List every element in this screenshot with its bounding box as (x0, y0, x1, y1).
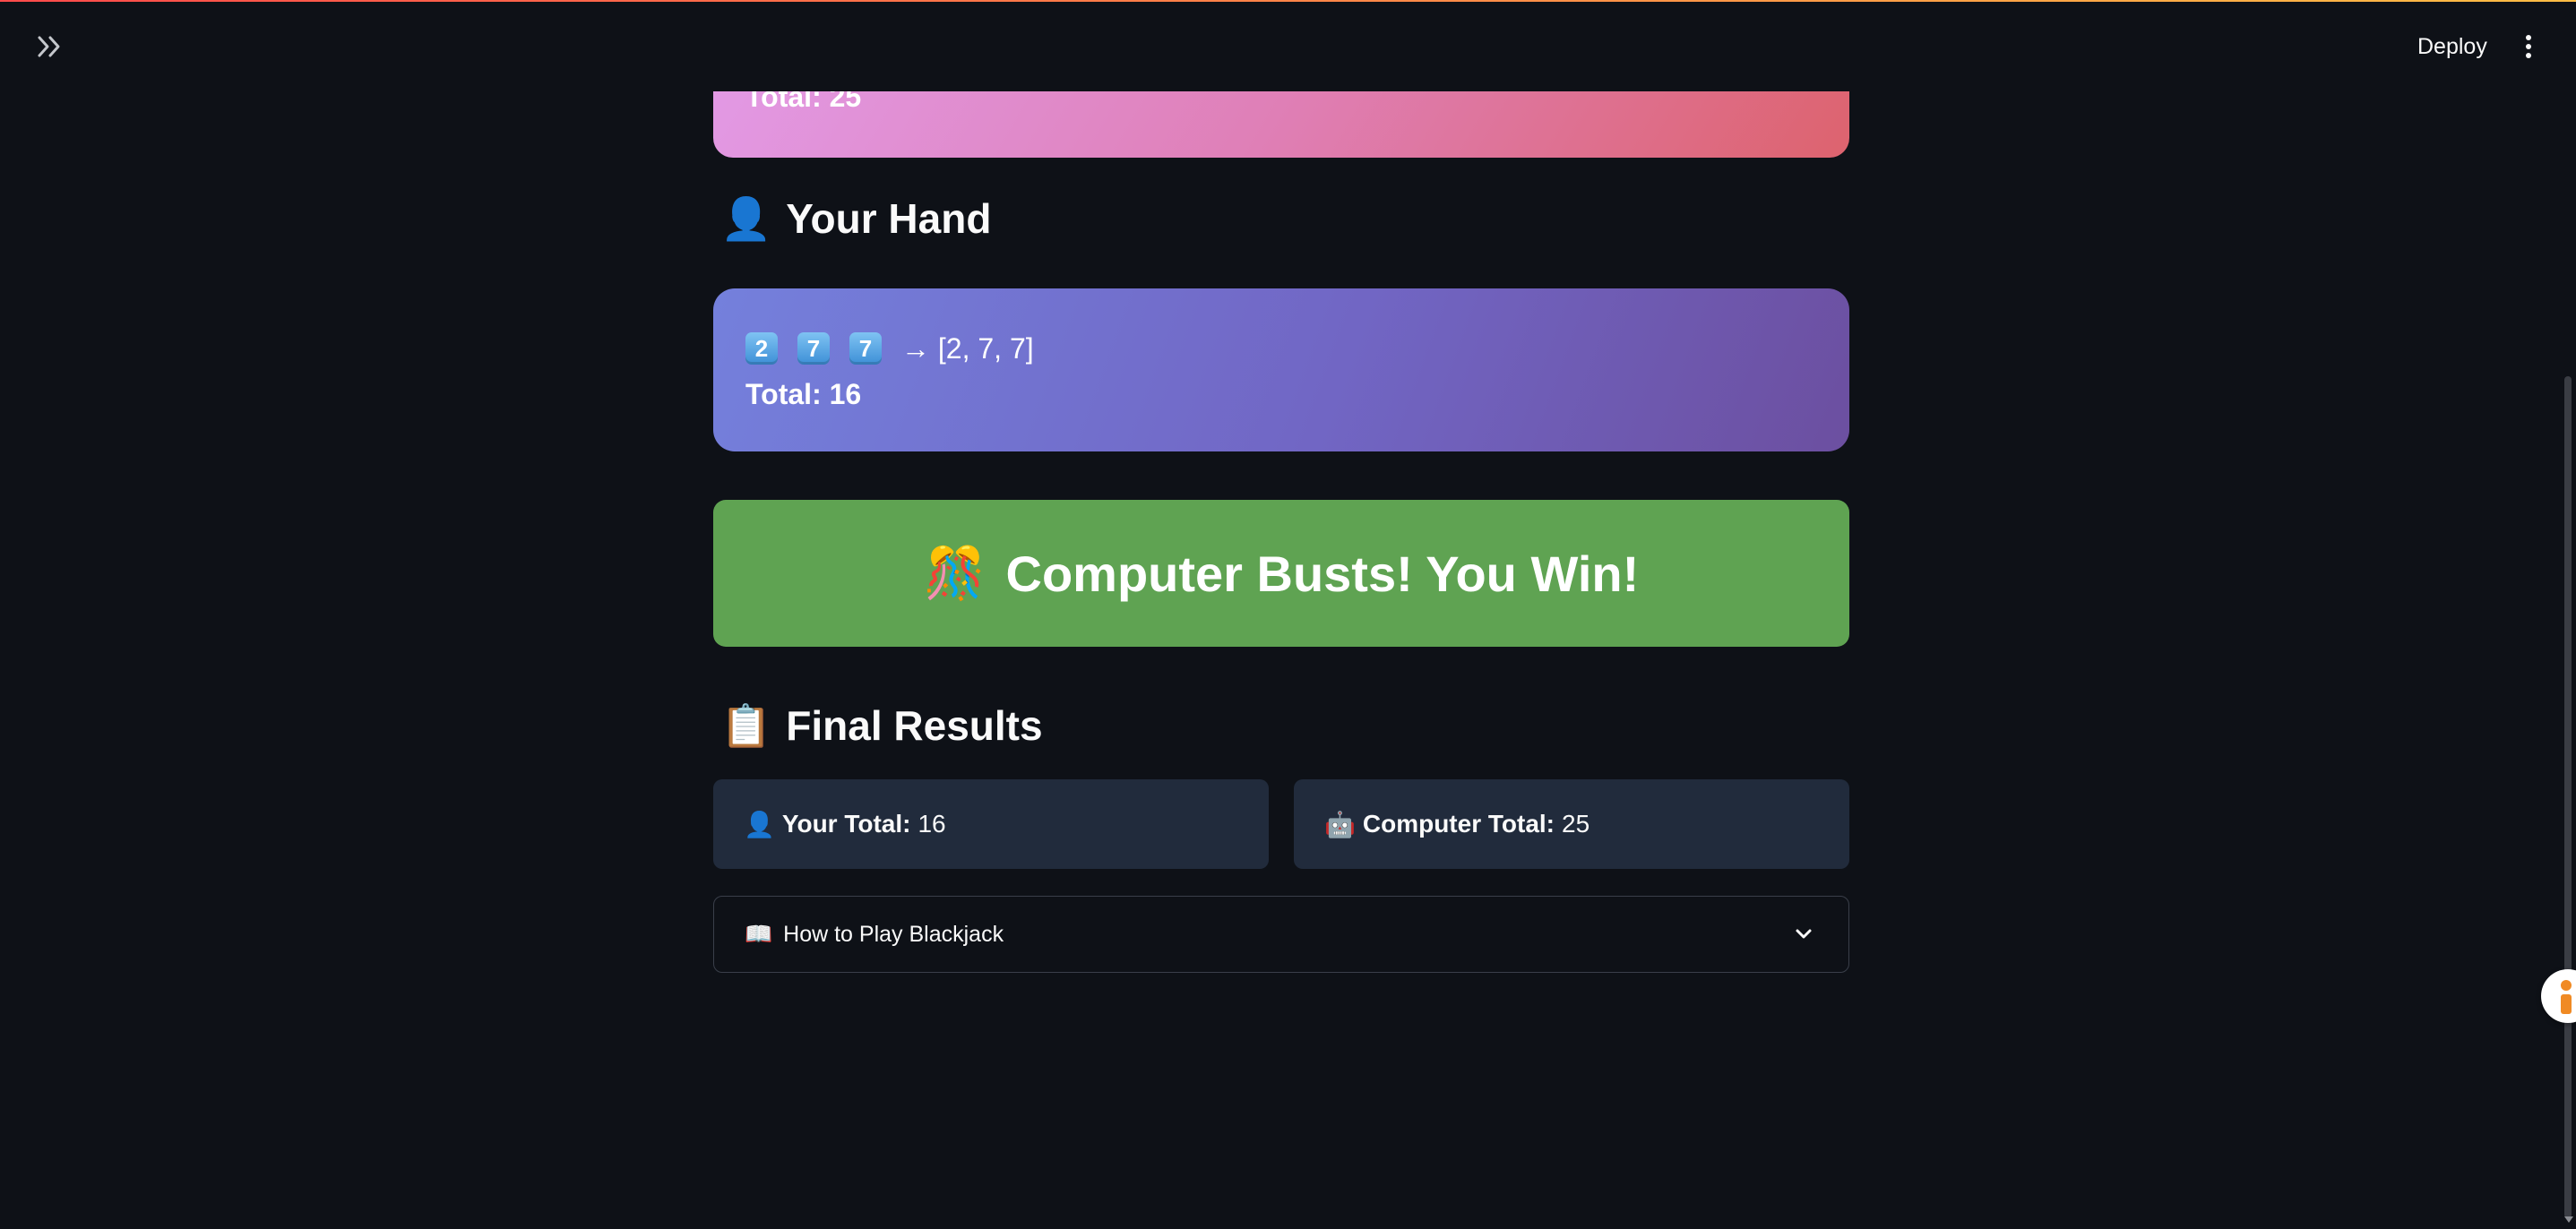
app-header: Deploy (0, 2, 2576, 91)
vertical-dots-icon (2526, 35, 2531, 58)
confetti-icon: 🎊 (923, 545, 986, 601)
computer-total-value: 25 (1562, 810, 1590, 838)
card-keycap: 7 (797, 332, 830, 365)
your-total-value: 16 (918, 810, 946, 838)
scroll-down-arrow-icon[interactable] (2564, 1215, 2573, 1224)
expander-label: How to Play Blackjack (783, 921, 1004, 947)
page-scrollbar[interactable] (2564, 376, 2572, 1218)
computer-total-label: Computer Total: (1362, 810, 1555, 838)
person-icon: 👤 (720, 195, 772, 242)
your-hand-title: Your Hand (786, 195, 992, 242)
your-total-box: 👤 Your Total: 16 (713, 779, 1269, 869)
your-hand-heading: 👤 Your Hand (720, 190, 991, 247)
result-banner: 🎊 Computer Busts! You Win! (713, 500, 1849, 647)
expander-header: 📖 How to Play Blackjack (745, 897, 1004, 972)
final-results-title: Final Results (786, 702, 1043, 749)
main-content: Total: 25 👤 Your Hand 2 7 7 → [2, 7, 7] … (713, 0, 1849, 1229)
how-to-play-expander[interactable]: 📖 How to Play Blackjack (713, 896, 1849, 973)
clipboard-icon: 📋 (720, 702, 772, 749)
robot-icon: 🤖 (1324, 810, 1356, 838)
deploy-button[interactable]: Deploy (2405, 27, 2500, 66)
sidebar-toggle-button[interactable] (32, 29, 68, 64)
person-icon: 👤 (744, 810, 775, 838)
card-keycap: 7 (849, 332, 882, 365)
your-total-label: Your Total: (781, 810, 911, 838)
card-values-text: → [2, 7, 7] (901, 331, 1034, 365)
chevron-down-icon (1796, 929, 1812, 939)
double-chevron-right-icon (38, 36, 60, 57)
player-hand-card: 2 7 7 → [2, 7, 7] Total: 16 (713, 288, 1849, 451)
accessibility-icon (2561, 980, 2572, 991)
player-hand-total: Total: 16 (745, 378, 862, 410)
accessibility-badge[interactable] (2541, 969, 2576, 1023)
main-menu-button[interactable] (2511, 27, 2546, 66)
open-book-icon: 📖 (745, 921, 773, 947)
computer-total-box: 🤖 Computer Total: 25 (1294, 779, 1849, 869)
player-cards-row: 2 7 7 → [2, 7, 7] (745, 330, 1034, 367)
result-message: Computer Busts! You Win! (1005, 545, 1640, 602)
card-keycap: 2 (745, 332, 778, 365)
accessibility-icon-body (2561, 994, 2572, 1014)
final-results-heading: 📋 Final Results (720, 697, 1043, 754)
